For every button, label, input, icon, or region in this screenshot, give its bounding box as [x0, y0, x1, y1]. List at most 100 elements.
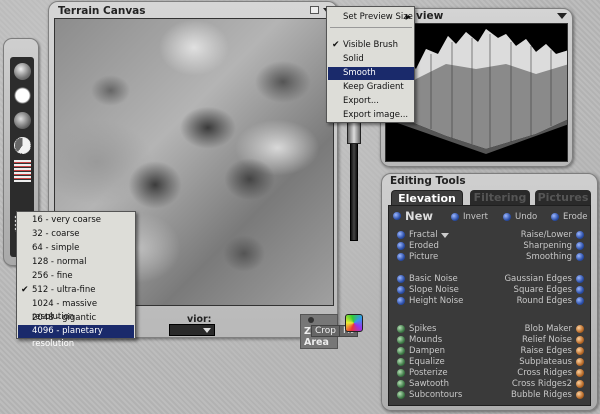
brush-intensity-icon[interactable]	[14, 160, 31, 182]
relief-noise-button[interactable]: Relief Noise	[522, 335, 588, 345]
resolution-option-32[interactable]: 32 - coarse	[18, 228, 134, 241]
undo-label: Undo	[515, 212, 538, 222]
button-dot-icon	[397, 242, 405, 250]
bubble-ridges-button[interactable]: Bubble Ridges	[511, 390, 588, 400]
resolution-option-16[interactable]: 16 - very coarse	[18, 214, 134, 227]
tab-filtering[interactable]: Filtering	[470, 190, 530, 205]
color-picker-icon[interactable]	[345, 314, 363, 332]
button-dot-icon	[397, 347, 405, 355]
menu-item-keep-gradient[interactable]: Keep Gradient	[328, 81, 414, 94]
button-dot-icon	[451, 213, 459, 221]
gaussian-edges-button[interactable]: Gaussian Edges	[504, 274, 588, 284]
equalize-button[interactable]: Equalize	[393, 357, 445, 367]
button-dot-icon	[576, 380, 584, 388]
resolution-option-256[interactable]: 256 - fine	[18, 270, 134, 283]
elevation-panel: New Invert Undo Erode Fractal Eroded Pic…	[388, 205, 591, 406]
posterize-button[interactable]: Posterize	[393, 368, 448, 378]
hard-brush-icon[interactable]	[14, 87, 31, 104]
resolution-option-4096[interactable]: 4096 - planetary resolution	[18, 325, 134, 349]
menu-item-set-preview-size[interactable]: Set Preview Size ▶	[328, 11, 414, 24]
button-dot-icon	[576, 242, 584, 250]
menu-item-smooth[interactable]: Smooth	[328, 67, 414, 80]
button-dot-icon	[397, 325, 405, 333]
square-edges-button[interactable]: Square Edges	[514, 285, 588, 295]
subcontours-button[interactable]: Subcontours	[393, 390, 462, 400]
menu-item-solid[interactable]: Solid	[328, 53, 414, 66]
option-label: 512 - ultra-fine	[32, 285, 96, 295]
tab-elevation[interactable]: Elevation	[391, 190, 463, 205]
fractal-button[interactable]: Fractal	[393, 230, 449, 240]
button-dot-icon	[503, 213, 511, 221]
resolution-option-512[interactable]: ✔ 512 - ultra-fine	[18, 284, 134, 297]
fractal-label: Fractal	[409, 230, 438, 240]
height-noise-button[interactable]: Height Noise	[393, 296, 463, 306]
tab-pictures[interactable]: Pictures	[535, 190, 591, 205]
round-edges-button[interactable]: Round Edges	[517, 296, 588, 306]
basic-noise-label: Basic Noise	[409, 274, 458, 284]
button-dot-icon	[551, 213, 559, 221]
raise-lower-button[interactable]: Raise/Lower	[521, 230, 588, 240]
blob-maker-button[interactable]: Blob Maker	[525, 324, 588, 334]
button-dot-icon	[397, 358, 405, 366]
dampen-label: Dampen	[409, 346, 446, 356]
erode-label: Erode	[563, 212, 588, 222]
cross-ridges-button[interactable]: Cross Ridges	[517, 368, 588, 378]
button-dot-icon	[576, 336, 584, 344]
resolution-dropdown-menu: 16 - very coarse 32 - coarse 64 - simple…	[16, 211, 136, 349]
sharpening-button[interactable]: Sharpening	[523, 241, 588, 251]
spikes-button[interactable]: Spikes	[393, 324, 436, 334]
button-dot-icon	[397, 380, 405, 388]
behavior-select[interactable]	[169, 324, 215, 336]
invert-button[interactable]: Invert	[447, 212, 488, 222]
crop-button[interactable]: Crop	[311, 325, 341, 337]
chevron-down-icon	[440, 232, 449, 238]
subcontours-label: Subcontours	[409, 390, 463, 400]
checkmark-icon: ✔	[332, 40, 340, 50]
window-resize-icon[interactable]	[310, 6, 319, 14]
eroded-button[interactable]: Eroded	[393, 241, 439, 251]
menu-item-export-image[interactable]: Export image...	[328, 109, 414, 122]
cross-ridges2-button[interactable]: Cross Ridges2	[512, 379, 588, 389]
sawtooth-button[interactable]: Sawtooth	[393, 379, 449, 389]
bubble-ridges-label: Bubble Ridges	[510, 390, 572, 400]
resolution-option-2048[interactable]: 2048 - gigantic resolution	[18, 312, 134, 336]
sharpening-label: Sharpening	[523, 241, 572, 251]
blob-maker-label: Blob Maker	[524, 324, 572, 334]
canvas-context-menu: Set Preview Size ▶ ✔ Visible Brush Solid S…	[326, 6, 415, 123]
resolution-option-64[interactable]: 64 - simple	[18, 242, 134, 255]
editing-tools-window: Editing Tools Elevation Filtering Pictur…	[381, 173, 598, 411]
button-dot-icon	[397, 336, 405, 344]
soft-brush-icon[interactable]	[14, 63, 31, 80]
menu-item-label: Keep Gradient	[343, 82, 404, 92]
new-button[interactable]: New	[389, 209, 433, 223]
preview-title: view	[416, 10, 444, 22]
basic-noise-button[interactable]: Basic Noise	[393, 274, 458, 284]
picture-button[interactable]: Picture	[393, 252, 438, 262]
brush-size-icon[interactable]	[14, 137, 31, 154]
cross-ridges2-label: Cross Ridges2	[511, 379, 572, 389]
menu-item-visible-brush[interactable]: ✔ Visible Brush	[328, 39, 414, 52]
option-label: 256 - fine	[32, 271, 73, 281]
raise-edges-label: Raise Edges	[520, 346, 572, 356]
picture-label: Picture	[409, 252, 439, 262]
slope-noise-button[interactable]: Slope Noise	[393, 285, 459, 295]
dampen-button[interactable]: Dampen	[393, 346, 445, 356]
erode-button[interactable]: Erode	[547, 212, 588, 222]
menu-item-label: Set Preview Size	[343, 12, 413, 22]
raise-edges-button[interactable]: Raise Edges	[521, 346, 588, 356]
undo-button[interactable]: Undo	[499, 212, 537, 222]
option-label: 64 - simple	[32, 243, 80, 253]
button-dot-icon	[576, 286, 584, 294]
chevron-down-icon	[203, 328, 211, 333]
subplateaus-button[interactable]: Subplateaus	[519, 357, 588, 367]
smoothing-button[interactable]: Smoothing	[526, 252, 588, 262]
menu-item-label: Visible Brush	[343, 40, 398, 50]
menu-item-export[interactable]: Export...	[328, 95, 414, 108]
resolution-option-1024[interactable]: 1024 - massive resolution	[18, 298, 134, 322]
menu-item-label: Export image...	[343, 110, 409, 120]
preview-menu-triangle-icon[interactable]	[557, 13, 567, 19]
radio-icon	[308, 317, 314, 323]
mounds-button[interactable]: Mounds	[393, 335, 442, 345]
resolution-option-128[interactable]: 128 - normal	[18, 256, 134, 269]
shaded-brush-icon[interactable]	[14, 112, 31, 129]
